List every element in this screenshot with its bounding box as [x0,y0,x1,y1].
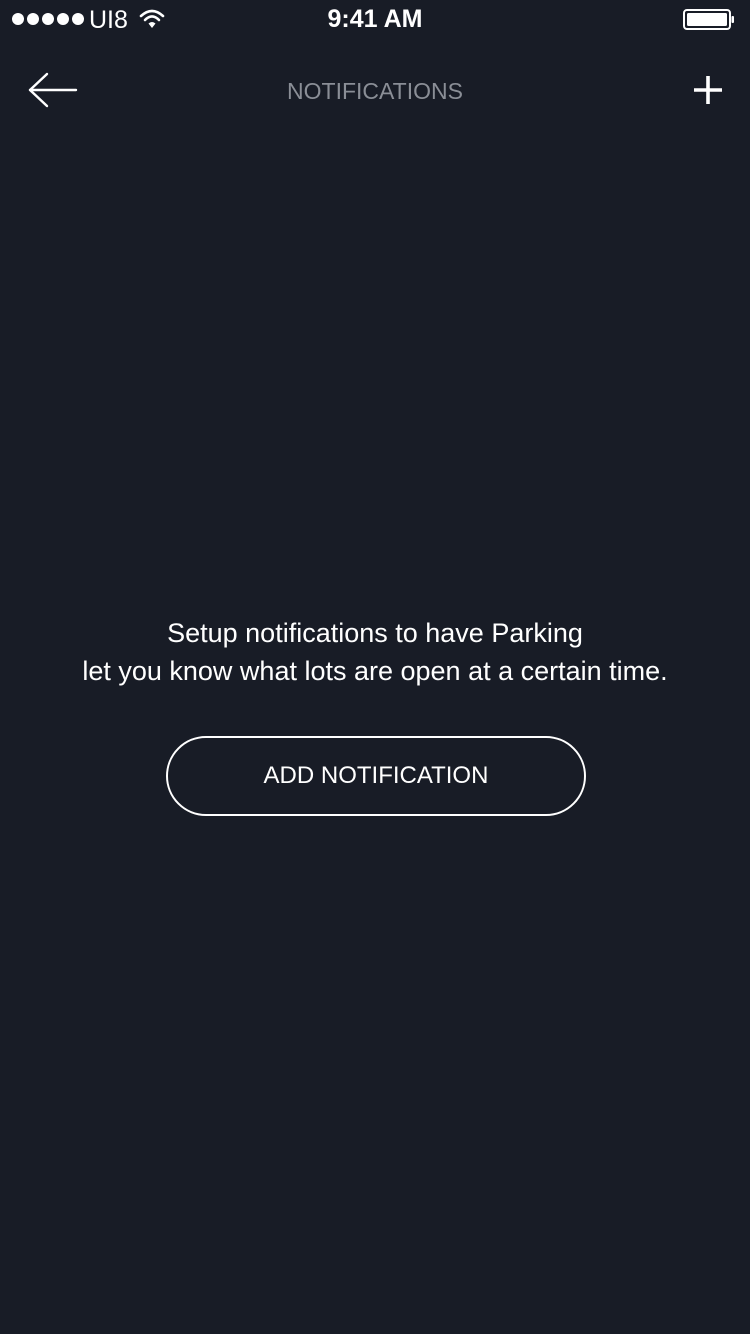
empty-state: Setup notifications to have Parking let … [0,614,750,816]
plus-icon [694,76,722,104]
nav-bar: NOTIFICATIONS [0,40,750,140]
add-notification-button[interactable]: ADD NOTIFICATION [166,736,586,816]
battery-icon [683,9,734,30]
empty-message-line: let you know what lots are open at a cer… [82,656,668,686]
empty-message: Setup notifications to have Parking let … [0,614,750,690]
status-time: 9:41 AM [327,5,423,33]
empty-message-line: Setup notifications to have Parking [167,618,583,648]
page-title: NOTIFICATIONS [287,78,463,104]
status-bar: UI8 9:41 AM [0,0,750,40]
add-button[interactable] [682,64,734,116]
